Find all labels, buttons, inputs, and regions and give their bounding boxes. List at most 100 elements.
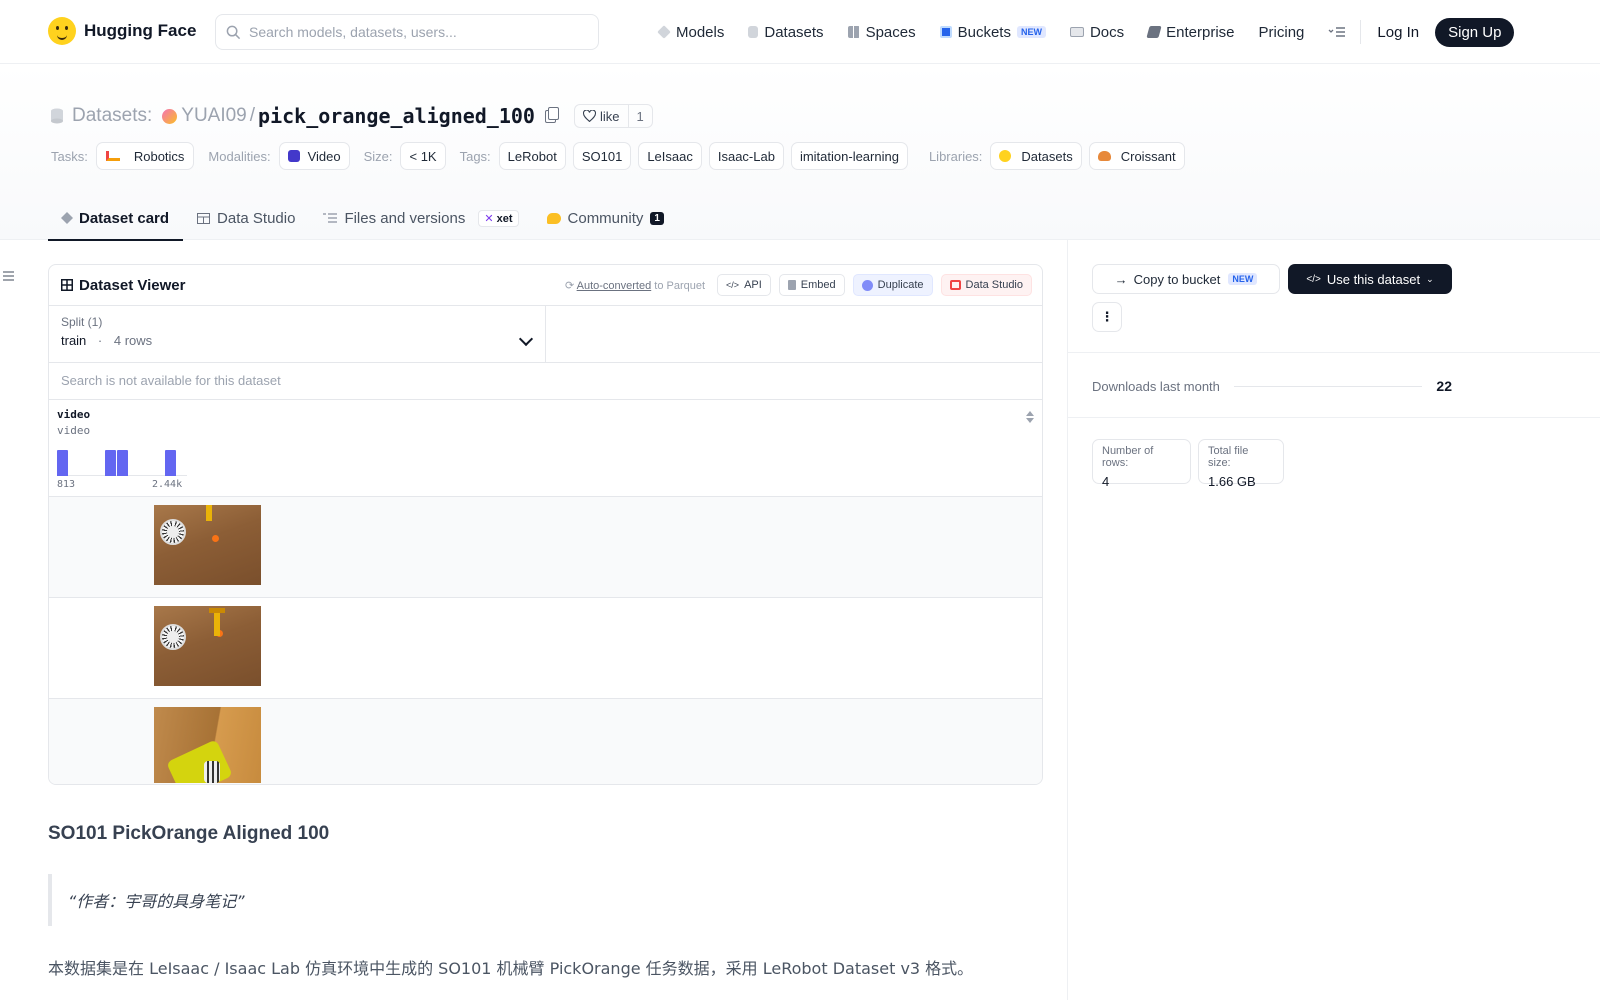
bowl-shape [160, 519, 186, 545]
video-thumbnail[interactable] [154, 606, 261, 686]
tab-label: Files and versions [344, 209, 466, 227]
nav-buckets-label: Buckets [957, 23, 1011, 41]
tab-dataset-card[interactable]: Dataset card [48, 196, 184, 241]
gripper-shape [209, 608, 225, 636]
tag-lerobot[interactable]: LeRobot [498, 142, 566, 170]
cube-icon [60, 211, 74, 225]
auto-converted-note[interactable]: ⟳ Auto-converted to Parquet [565, 279, 705, 292]
file-size-value: 1.66 GB [1208, 474, 1256, 489]
tags-group: Tags: LeRobot SO101 LeIsaac Isaac-Lab im… [460, 142, 915, 170]
table-icon [61, 279, 73, 291]
tag-robotics[interactable]: Robotics [95, 142, 195, 170]
nav-docs[interactable]: Docs [1069, 24, 1124, 41]
kebab-menu-icon: ⋮ [1100, 309, 1114, 324]
tab-data-studio[interactable]: Data Studio [183, 196, 309, 240]
nav-datasets[interactable]: Datasets [748, 23, 824, 41]
tab-files-and-versions[interactable]: Files and versions ✕ xet [309, 196, 532, 240]
downloads-sparkline [1233, 385, 1423, 387]
video-thumbnail[interactable] [154, 707, 261, 783]
robot-arm-shape [166, 739, 233, 783]
owner-avatar[interactable] [162, 108, 178, 124]
histogram-bar[interactable] [165, 450, 176, 476]
column-header-video[interactable]: video video 813 2.44k [49, 400, 1042, 497]
tag-leisaac[interactable]: LeIsaac [638, 142, 702, 170]
histogram-bar[interactable] [57, 450, 68, 476]
libraries-group: Libraries: Datasets Croissant [929, 142, 1192, 170]
tag-datasets-library[interactable]: Datasets [990, 142, 1082, 170]
menu-icon [3, 271, 14, 281]
brand-name: Hugging Face [84, 21, 197, 40]
more-options-button[interactable]: ⋮ [1092, 302, 1122, 332]
nav-pricing[interactable]: Pricing [1259, 24, 1305, 41]
readme-heading: SO101 PickOrange Aligned 100 [48, 823, 330, 844]
login-link[interactable]: Log In [1377, 24, 1419, 41]
database-icon [51, 108, 63, 124]
to-parquet-text: to Parquet [654, 279, 706, 292]
tag-imitation-learning[interactable]: imitation-learning [790, 142, 908, 170]
signup-button[interactable]: Sign Up [1435, 17, 1515, 47]
repo-name[interactable]: pick_orange_aligned_100 [258, 104, 535, 128]
code-icon: </> [726, 280, 740, 290]
tab-label: Dataset card [79, 209, 170, 227]
embed-button[interactable]: Embed [778, 274, 845, 296]
auto-converted-link[interactable]: Auto-converted [577, 280, 652, 292]
histogram-bar[interactable] [117, 450, 128, 476]
modalities-group: Modalities: Video [208, 142, 356, 170]
more-menu-button[interactable] [1328, 26, 1346, 38]
rows-stat: Number of rows: 4 [1092, 439, 1191, 489]
repo-type-label[interactable]: Datasets: [72, 105, 152, 127]
brand[interactable]: Hugging Face [48, 17, 196, 45]
tag-label: LeRobot [507, 148, 557, 164]
nav-buckets[interactable]: Buckets NEW [939, 23, 1046, 41]
files-icon [323, 213, 338, 223]
data-studio-button[interactable]: Data Studio [940, 274, 1032, 296]
split-selector[interactable]: Split (1) train · 4 rows [49, 306, 546, 362]
like-label: like [599, 108, 620, 124]
like-count[interactable]: 1 [629, 109, 652, 124]
tag-croissant[interactable]: Croissant [1088, 142, 1185, 170]
histogram-max: 2.44k [152, 479, 183, 490]
nav-datasets-label: Datasets [764, 23, 824, 41]
tab-community[interactable]: Community 1 [533, 196, 678, 240]
split-row-count: 4 rows [113, 333, 153, 348]
tag-label: imitation-learning [799, 148, 899, 164]
like-widget: like 1 [573, 104, 653, 128]
nav-spaces[interactable]: Spaces [847, 24, 916, 41]
copy-to-bucket-button[interactable]: → Copy to bucket NEW [1092, 264, 1280, 294]
duplicate-button[interactable]: Duplicate [852, 274, 933, 296]
like-button[interactable]: like [575, 105, 629, 127]
new-badge: NEW [1228, 273, 1258, 285]
sort-icon[interactable] [1026, 411, 1035, 425]
heart-icon [582, 110, 596, 122]
nav-pricing-label: Pricing [1258, 23, 1305, 41]
repo-owner[interactable]: YUAI09 [181, 105, 246, 127]
bowl-shape [204, 761, 220, 783]
api-button[interactable]: </> API [717, 274, 771, 296]
video-thumbnail[interactable] [154, 505, 261, 585]
repo-separator: / [249, 105, 256, 126]
use-this-dataset-button[interactable]: </> Use this dataset ⌄ [1288, 264, 1452, 294]
tag-label: LeIsaac [647, 148, 693, 164]
readme-paragraph: 本数据集是在 LeIsaac / Isaac Lab 仿真环境中生成的 SO10… [48, 959, 974, 978]
nav-enterprise[interactable]: Enterprise [1146, 24, 1235, 41]
tag-so101[interactable]: SO101 [572, 142, 632, 170]
copy-icon[interactable] [544, 106, 559, 123]
tag-size[interactable]: < 1K [400, 142, 446, 170]
viewer-title-text: Dataset Viewer [79, 276, 186, 294]
data-studio-label: Data Studio [965, 279, 1023, 291]
table-of-contents-toggle[interactable] [3, 270, 14, 284]
nav-models[interactable]: Models [657, 24, 724, 41]
copy-to-bucket-label: Copy to bucket [1133, 271, 1221, 287]
new-badge: NEW [1016, 26, 1046, 38]
tag-label: < 1K [409, 148, 437, 164]
size-group: Size: < 1K [364, 142, 453, 170]
tag-label: Isaac-Lab [717, 148, 775, 164]
histogram-bar[interactable] [105, 450, 116, 476]
viewer-header: Dataset Viewer ⟳ Auto-converted to Parqu… [49, 265, 1042, 306]
tag-video[interactable]: Video [278, 142, 350, 170]
table-row [49, 497, 1042, 598]
search-box[interactable] [215, 14, 599, 50]
search-input[interactable] [249, 24, 569, 40]
data-studio-icon [949, 280, 961, 290]
tag-isaac-lab[interactable]: Isaac-Lab [708, 142, 784, 170]
